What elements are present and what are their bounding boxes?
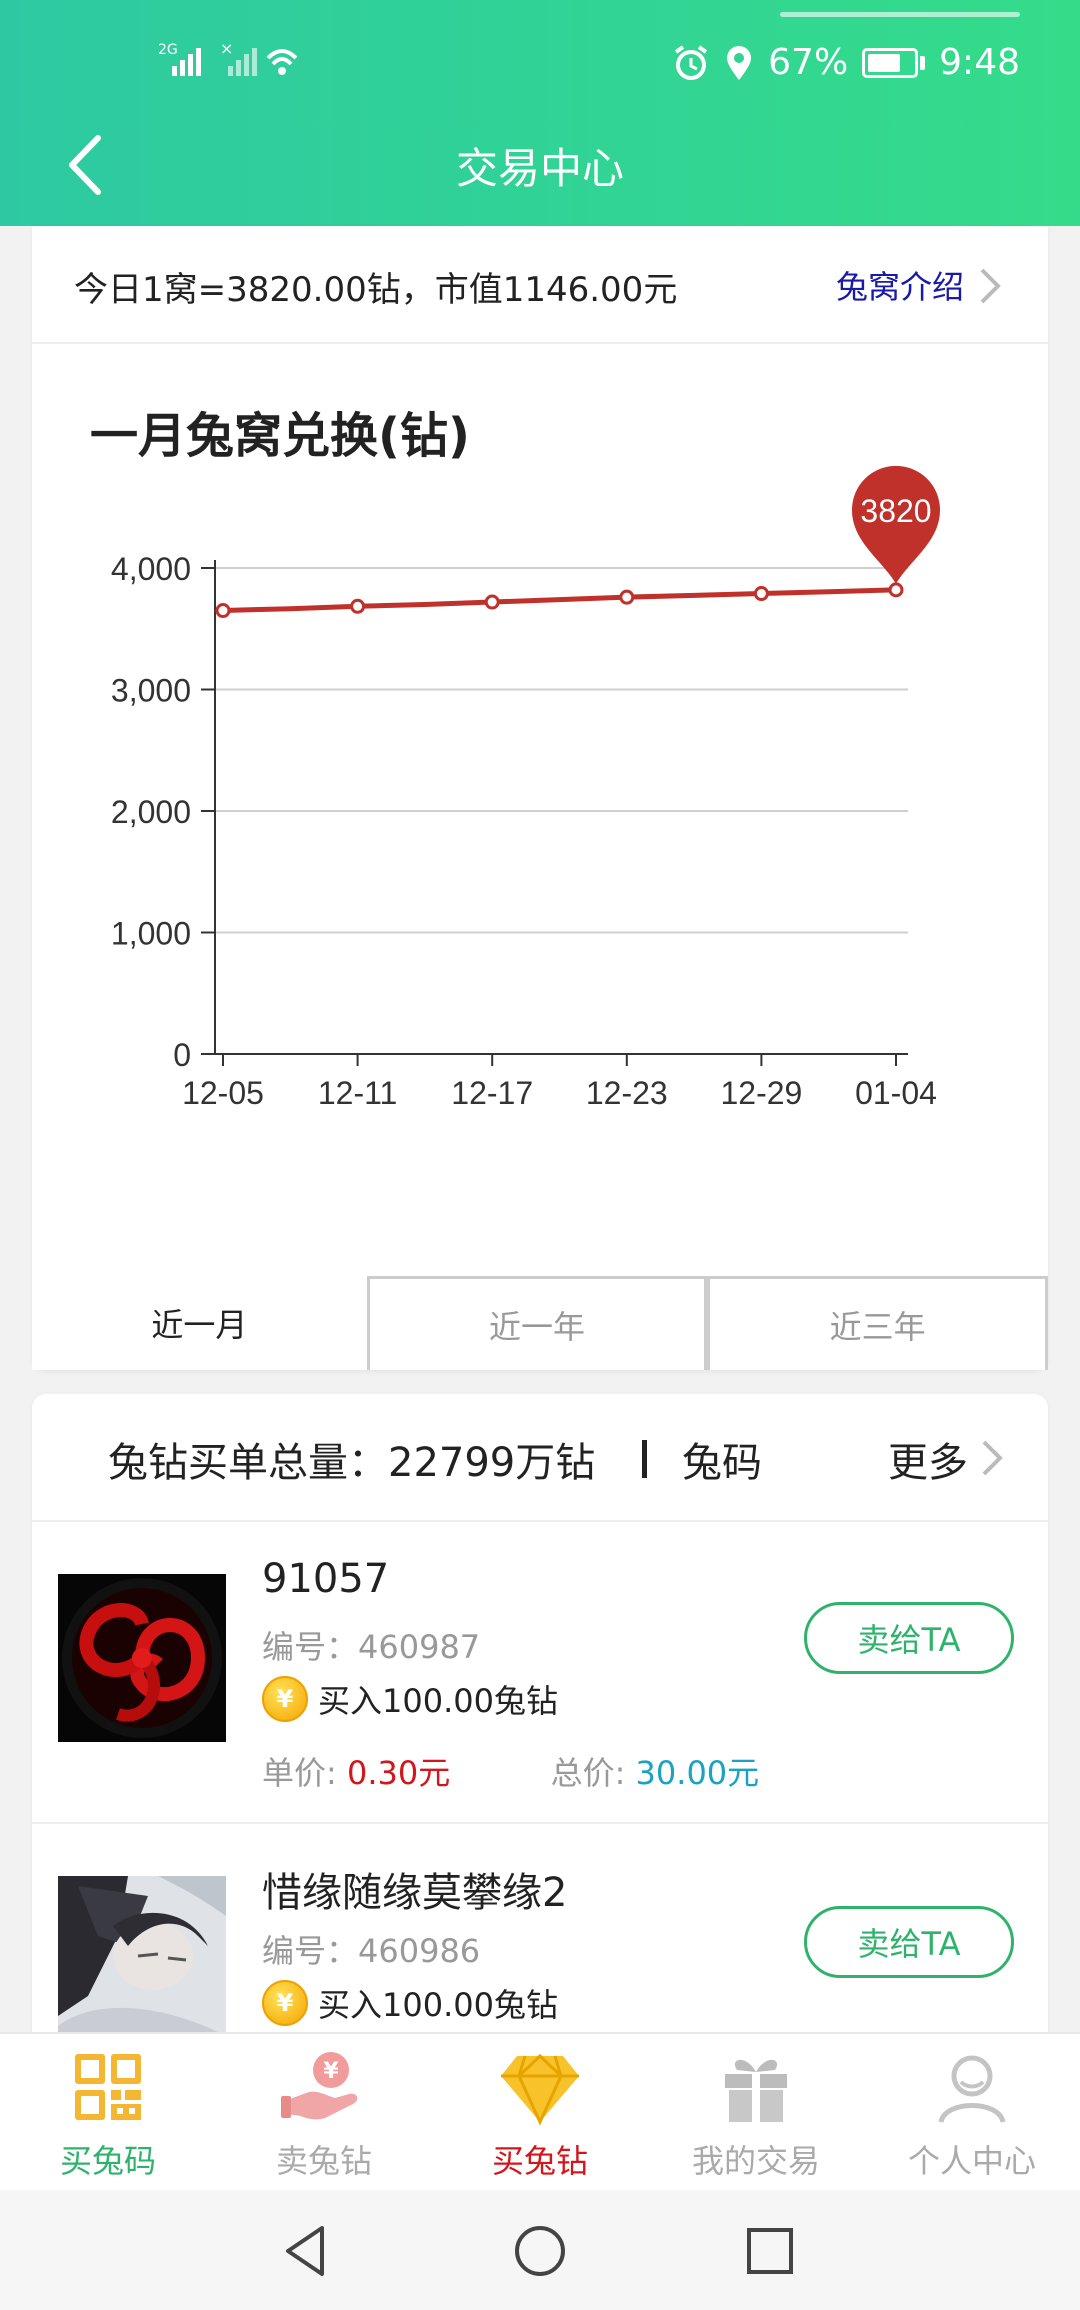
exchange-chart-card: 今日1窝=3820.00钻，市值1146.00元 兔窝介绍 一月兔窝兑换(钻) … [32,226,1049,1370]
y-tick-label: 0 [173,1037,191,1073]
buy-amount-text: 买入100.00兔钻 [318,1682,558,1720]
alarm-icon [674,44,708,80]
data-point [619,589,635,605]
buyer-name: 91057 [262,1556,390,1602]
avatar [58,1876,226,2034]
nav-buy-diamond[interactable]: 买兔钻 [432,2034,648,2190]
tab-one-month[interactable]: 近一月 [32,1276,367,1370]
sell-to-buyer-button[interactable]: 卖给TA [804,1602,1014,1674]
unit-price-value: 0.30元 [346,1754,451,1792]
status-bar: 2G × 67% 9:48 [0,0,1080,126]
order-row: 惜缘随缘莫攀缘2 编号：460986 ¥ 买入100.00兔钻 卖给TA [32,1826,1048,2034]
status-right: 67% 9:48 [672,42,1020,83]
buyer-id: 编号：460987 [262,1628,481,1666]
y-tick-label: 4,000 [111,551,191,587]
data-point [484,594,500,610]
series-line [222,587,897,614]
bottom-nav: 买兔码 ¥ 卖兔钻 买兔钻 我的交易 个人中心 [0,2032,1080,2190]
buy-amount-text: 买入100.00兔钻 [318,1986,558,2024]
clock-time: 9:48 [939,42,1020,83]
coin-icon: ¥ [262,1980,308,2026]
back-triangle-icon[interactable] [270,2216,340,2286]
tucode-label[interactable]: 兔码 [682,1430,762,1488]
signal-icon: 2G × [158,40,298,76]
x-tick-label: 12-29 [720,1075,802,1111]
battery-icon [862,47,919,78]
price-line: 单价: 0.30元 总价: 30.00元 [262,1748,759,1794]
data-point [888,582,904,598]
battery-percent: 67% [768,42,849,83]
order-row: 91057 编号：460987 ¥ 买入100.00兔钻 单价: 0.30元 总… [32,1522,1048,1824]
divider [642,1440,647,1478]
nav-label: 卖兔钻 [275,2142,372,2180]
chevron-right-icon[interactable] [976,1436,1008,1480]
system-nav-bar [0,2190,1080,2310]
avatar [58,1574,226,1742]
avatar-image [58,1876,226,2034]
data-point [753,586,769,602]
line-chart: 0 1,000 2,000 3,000 4,000 12-05 12-11 12-17 12-2… [111,465,940,1111]
total-price-label: 总价: [550,1754,626,1792]
x-tick-label: 12-17 [451,1075,533,1111]
svg-text:¥: ¥ [323,2059,339,2084]
nav-profile[interactable]: 个人中心 [864,2034,1080,2190]
qr-grid-icon [75,2054,141,2120]
recents-square-icon[interactable] [735,2216,805,2286]
total-price-value: 30.00元 [635,1754,760,1792]
person-icon [938,2055,1006,2123]
svg-text:2G: 2G [158,42,178,58]
location-icon [727,45,752,80]
battery-tip [920,55,926,70]
unit-price-label: 单价: [262,1754,337,1792]
hand-coin-icon: ¥ [281,2052,358,2120]
buy-amount: ¥ 买入100.00兔钻 [262,1980,558,2026]
nav-label: 个人中心 [907,2142,1036,2180]
x-tick-label: 12-23 [586,1075,668,1111]
x-tick-label: 12-05 [182,1075,264,1111]
home-circle-icon[interactable] [505,2216,575,2286]
nav-label: 买兔钻 [491,2142,588,2180]
app-header: 2G × 67% 9:48 交易中心 [0,0,1080,226]
nav-label: 买兔码 [59,2142,156,2180]
nav-buy-code[interactable]: 买兔码 [0,2034,216,2190]
tab-one-year[interactable]: 近一年 [366,1276,708,1370]
x-tick-label: 12-11 [318,1075,397,1111]
y-tick-label: 3,000 [111,673,191,709]
total-buy-volume: 兔钻买单总量：22799万钻 [108,1440,596,1486]
buy-amount: ¥ 买入100.00兔钻 [262,1676,558,1722]
svg-text:×: × [220,40,233,58]
coin-icon: ¥ [262,1676,308,1722]
period-tabs: 近一月 近一年 近三年 [32,1276,1049,1370]
sell-to-buyer-button[interactable]: 卖给TA [804,1906,1014,1978]
tab-three-years[interactable]: 近三年 [707,1276,1049,1370]
diamond-icon [501,2053,579,2126]
x-tick-label: 01-04 [855,1075,937,1111]
page-title: 交易中心 [455,144,624,193]
nav-label: 我的交易 [691,2142,820,2180]
gift-icon [725,2059,787,2122]
buy-orders-card: 兔钻买单总量：22799万钻 兔码 更多 91057 编号：460987 ¥ 买… [32,1394,1048,2034]
nav-my-trades[interactable]: 我的交易 [648,2034,864,2190]
data-point [350,598,366,614]
y-tick-label: 2,000 [111,794,191,830]
more-link[interactable]: 更多 [888,1430,968,1488]
data-point [215,603,231,619]
y-tick-label: 1,000 [111,916,191,952]
nav-sell-diamond[interactable]: ¥ 卖兔钻 [216,2034,432,2190]
buyer-name: 惜缘随缘莫攀缘2 [262,1870,568,1916]
buyer-id: 编号：460986 [262,1932,481,1970]
avatar-image [58,1574,226,1742]
status-indicator-line [780,12,1020,17]
highlight-label: 3820 [860,493,931,529]
list-header: 兔钻买单总量：22799万钻 兔码 更多 [32,1394,1048,1522]
